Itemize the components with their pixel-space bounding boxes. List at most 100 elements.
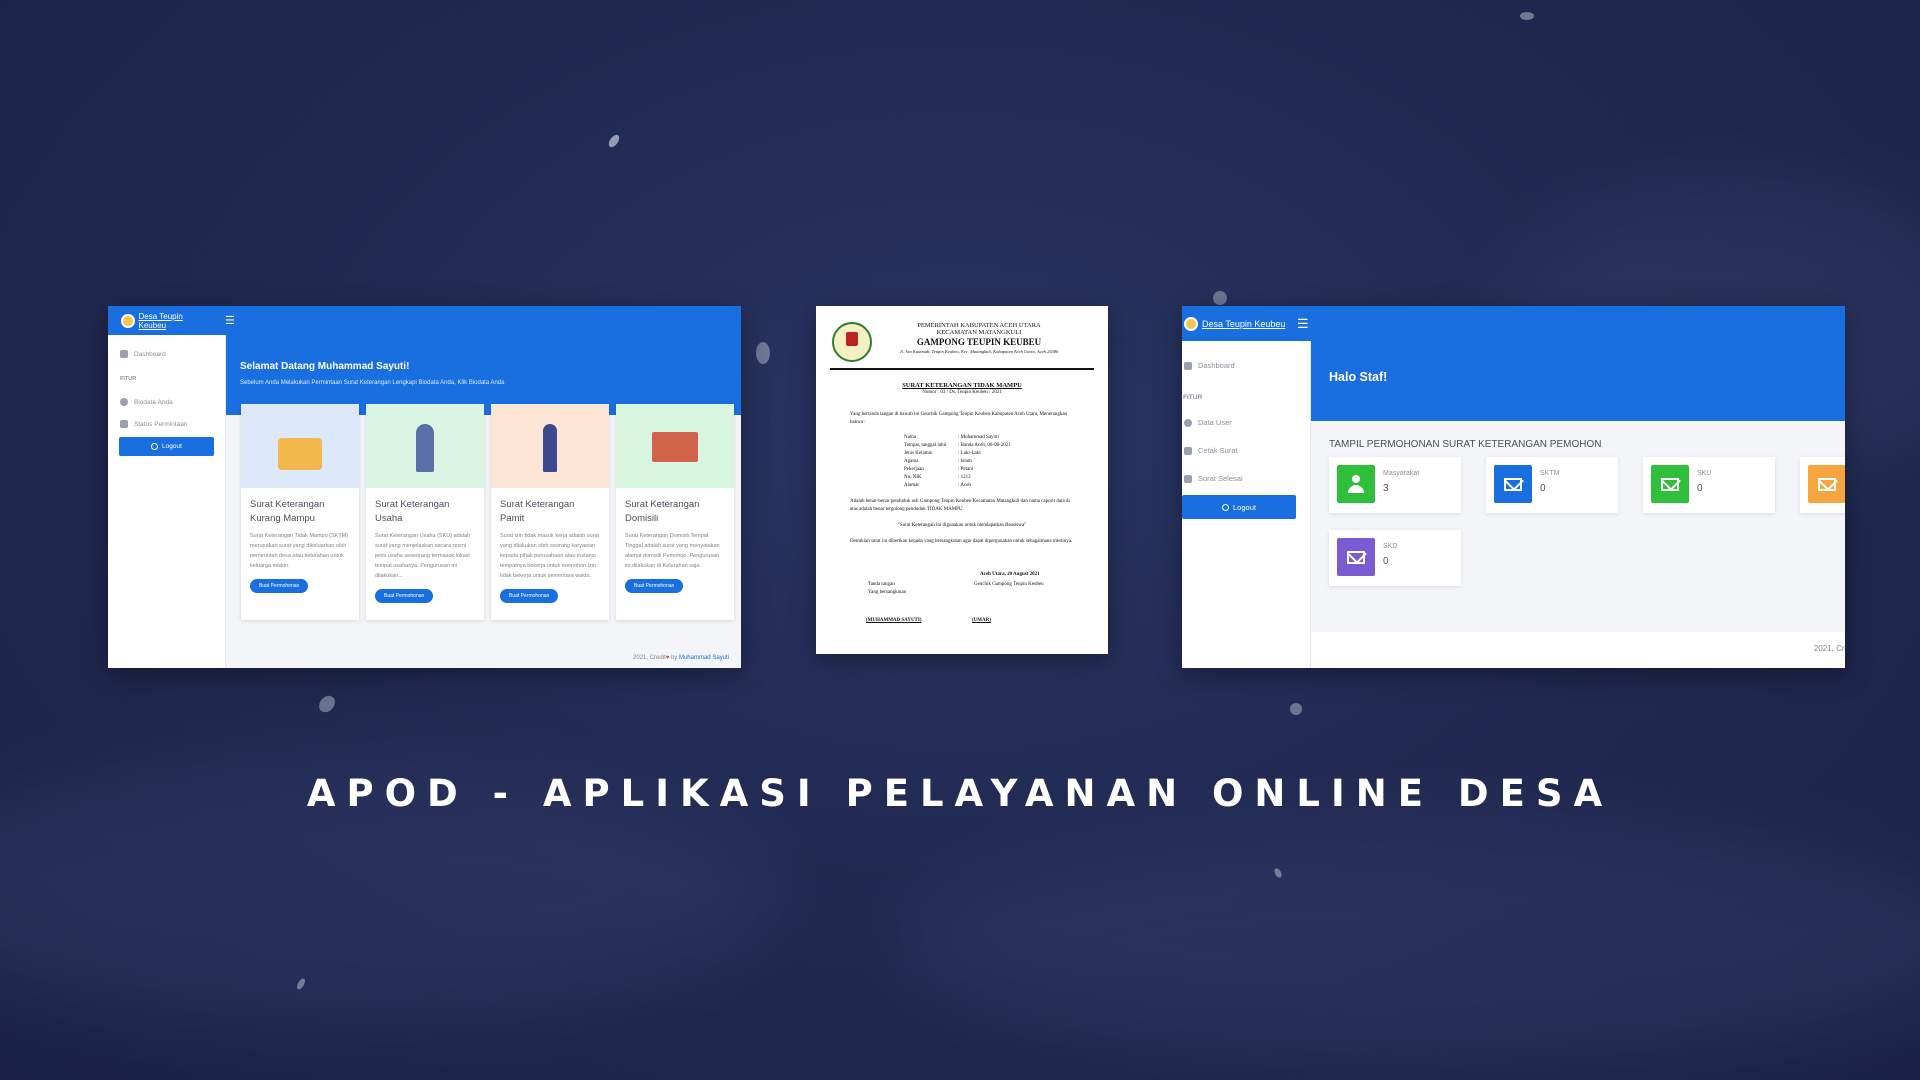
place-date: Aceh Utara, 20 August 2021 [980,572,1040,577]
brand-logo[interactable]: Desa Teupin Keubeu [1182,316,1297,331]
service-card-domisili: Surat Keterangan Domisili Surat Keterang… [616,404,734,620]
card-title: Surat Keterangan Usaha [375,499,450,525]
stat-card-partial[interactable] [1800,457,1845,513]
card-illustration [491,404,609,488]
stat-card-masyarakat[interactable]: Masyarakat 3 [1329,457,1461,513]
create-request-button[interactable]: Buat Permohonan [375,589,434,604]
logout-icon [1222,503,1230,511]
letter-purpose: "Surat Keterangan ini digunakan untuk me… [897,523,1027,528]
home-icon [120,350,128,358]
background-speck [606,132,622,150]
card-title: Surat Keterangan Pamit [500,499,575,525]
sidebar-item-dashboard[interactable]: Dashboard [108,350,225,358]
service-card-sktm: Surat Keterangan Kurang Mampu Surat Kete… [241,404,359,620]
stat-icon-box [1651,465,1689,503]
village-logo-icon [1184,316,1198,331]
field-key: Tempat, tanggal lahir [904,443,947,448]
card-description: Surat Keterangan Domisili Tempat Tinggal… [625,532,720,570]
stat-card-sktm[interactable]: SKTM 0 [1486,457,1618,513]
stat-value: 3 [1383,483,1389,494]
brand-logo[interactable]: Desa Teupin Keubeu [108,312,209,330]
sidebar-item-label: Surat Selesai [1198,474,1243,483]
sidebar-section-heading: FITUR [120,376,137,382]
stat-icon-box [1494,465,1532,503]
create-request-button[interactable]: Buat Permohonan [500,589,559,604]
footer-credit: 2021, Credit♥ by Muhammad Sayuti [633,655,729,661]
letterhead-line: KECAMATAN MATANGKULI [936,329,1022,336]
stat-card-skd[interactable]: SKD 0 [1329,530,1461,586]
stat-icon-box [1337,465,1375,503]
sidebar-item-data-user[interactable]: Data User [1182,418,1310,427]
sidebar-item-surat-selesai[interactable]: Surat Selesai [1182,474,1310,483]
letter-document-screenshot: PEMERINTAH KABUPATEN ACEH UTARA KECAMATA… [816,306,1108,654]
create-request-button[interactable]: Buat Permohonan [250,579,309,594]
field-value: : Banda Aceh, 06-08-2021 [958,443,1011,448]
sidebar-item-dashboard[interactable]: Dashboard [1182,361,1310,370]
house-illustration [652,432,698,462]
welcome-subtitle: Sebelum Anda Melakukan Permintaan Surat … [240,380,505,386]
background-speck [1213,291,1227,305]
field-key: No. NIK [904,475,922,480]
service-card-sku: Surat Keterangan Usaha Surat Keterangan … [366,404,484,620]
field-value: : Islam [958,459,972,464]
field-key: Alamat [904,483,919,488]
sign-right-label: Geuchik Gampong Teupin Keubeu [974,582,1044,587]
logout-button[interactable]: Logout [1182,495,1296,519]
calendar-icon [1184,446,1192,455]
card-illustration [616,404,734,488]
letter-body: Adalah benar-benar penduduk asli Gampong… [850,499,1070,512]
hamburger-menu-icon[interactable]: ☰ [225,314,235,327]
calendar-icon [120,420,128,428]
field-row: Tempat, tanggal lahir : Banda Aceh, 06-08… [904,442,1011,450]
background-speck [1520,12,1534,20]
sidebar-item-status[interactable]: Status Permintaan [108,420,225,428]
letter-closing: Demikian surat ini diberikan kepada yang… [850,539,1073,544]
envelope-icon [1661,477,1679,491]
field-value: : Aceh [958,483,971,488]
home-icon [1184,361,1192,370]
letter-intro: Yang bertanda tangan di bawah ini Geuchi… [850,412,1068,425]
stat-label: SKD [1383,543,1398,550]
greeting-banner: Halo Staf! [1311,341,1845,421]
stat-value: 0 [1697,483,1703,494]
footer-credit: 2021, Cre [1813,644,1845,653]
stat-label: SKU [1697,470,1712,477]
businessman-illustration [416,424,434,472]
field-row: No. NIK: 1212 [904,474,1011,482]
envelope-icon [1504,477,1522,491]
sidebar-item-label: Cetak Surat [1198,446,1238,455]
background-speck [1290,703,1302,715]
person-standing-illustration [543,424,557,472]
create-request-button[interactable]: Buat Permohonan [625,579,684,594]
background-cloud [900,820,1920,1060]
field-key: Pekerjaan [904,467,924,472]
sidebar-item-cetak-surat[interactable]: Cetak Surat [1182,446,1310,455]
user-icon [120,398,128,406]
author-link[interactable]: Muhammad Sayuti [679,655,729,661]
field-row: Pekerjaan : Petani [904,466,1011,474]
card-description: Surat Keterangan Tidak Mampu (SKTM) meru… [250,532,349,570]
card-illustration [241,404,359,488]
user-icon [1184,418,1192,427]
sidebar-item-label: Dashboard [134,350,166,358]
logout-button[interactable]: Logout [119,437,214,456]
background-speck [756,342,770,364]
stat-label: SKTM [1540,470,1560,477]
field-value: : Petani [958,467,974,472]
stat-card-sku[interactable]: SKU 0 [1643,457,1775,513]
stat-icon-box [1808,465,1845,503]
footer: 2021, Cre [1311,632,1845,668]
letterhead: PEMERINTAH KABUPATEN ACEH UTARA KECAMATA… [816,322,1108,355]
field-key: Agama [904,459,919,464]
applicant-fields: Nama: Muhammad Sayuti Tempat, tanggal la… [904,434,1011,490]
brand-name: Desa Teupin Keubeu [138,311,183,330]
stat-value: 0 [1383,556,1389,567]
hamburger-menu-icon[interactable]: ☰ [1297,316,1309,332]
letterhead-divider [830,368,1094,370]
envelope-icon [1347,550,1365,564]
sidebar-item-label: Data User [1198,418,1232,427]
sidebar-item-label: Biodata Anda [134,398,173,406]
sign-right-name: (UMAR) [972,618,991,623]
field-row: Nama: Muhammad Sayuti [904,434,1011,442]
sidebar-item-biodata[interactable]: Biodata Anda [108,398,225,406]
